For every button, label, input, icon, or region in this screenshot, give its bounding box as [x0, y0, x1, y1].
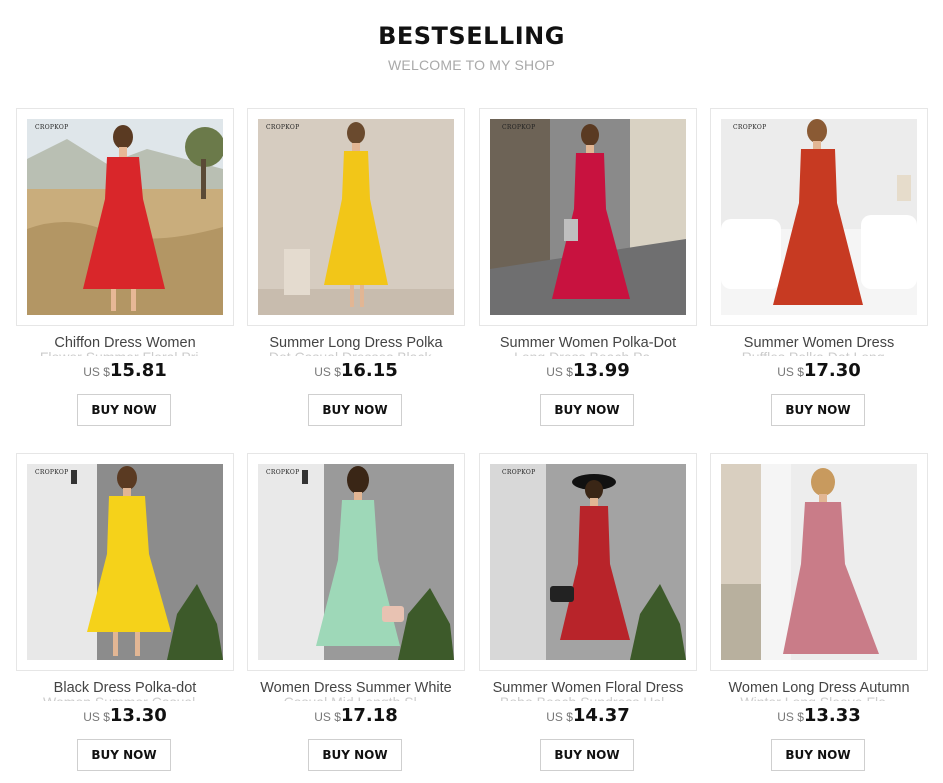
price-currency: US $ — [314, 710, 341, 724]
price-amount: 13.30 — [109, 705, 167, 726]
brand-watermark: CROPKOP — [733, 124, 767, 131]
price-amount: 13.99 — [572, 360, 630, 381]
buy-now-button[interactable]: BUY NOW — [77, 394, 171, 426]
product-image[interactable] — [258, 464, 454, 660]
brand-watermark: CROPKOP — [35, 469, 69, 476]
product-image[interactable] — [721, 119, 917, 315]
product-price: US $17.30 — [710, 360, 928, 381]
product-card: CROPKOP Women Dress Summer White Casual … — [247, 453, 467, 783]
product-image-frame[interactable]: CROPKOP — [16, 453, 234, 671]
buy-now-button[interactable]: BUY NOW — [308, 739, 402, 771]
buy-now-button[interactable]: BUY NOW — [308, 394, 402, 426]
product-price: US $13.99 — [479, 360, 697, 381]
product-image-frame[interactable]: CROPKOP — [16, 108, 234, 326]
product-image-frame[interactable]: CROPKOP — [247, 108, 465, 326]
product-price: US $13.33 — [710, 705, 928, 726]
product-card: CROPKOP Summer Women Dress Ruffles Polka… — [710, 108, 930, 438]
product-card: CROPKOP Summer Women Floral Dress Boho B… — [479, 453, 699, 783]
product-image[interactable] — [27, 119, 223, 315]
product-name-overflow: Dot Casual Dresses Black... — [247, 350, 465, 356]
product-name-overflow: Winter Long Sleeve Flo... — [710, 695, 928, 701]
price-amount: 13.33 — [803, 705, 861, 726]
buy-now-button[interactable]: BUY NOW — [771, 394, 865, 426]
product-image[interactable] — [490, 464, 686, 660]
product-price: US $13.30 — [16, 705, 234, 726]
price-currency: US $ — [83, 710, 110, 724]
product-image-frame[interactable]: CROPKOP — [479, 108, 697, 326]
price-currency: US $ — [546, 710, 573, 724]
product-name-overflow: Women Summer Casual... — [16, 695, 234, 701]
buy-now-button[interactable]: BUY NOW — [540, 394, 634, 426]
brand-watermark: CROPKOP — [266, 469, 300, 476]
product-image[interactable] — [27, 464, 223, 660]
price-amount: 16.15 — [340, 360, 398, 381]
product-name-overflow: Ruffles Polka Dot Long... — [710, 350, 928, 356]
product-name-overflow: Flower Summer Floral Pri... — [16, 350, 234, 356]
product-grid: CROPKOP Chiffon Dress Women Flower Summe… — [0, 0, 943, 782]
brand-watermark: CROPKOP — [502, 124, 536, 131]
product-card: CROPKOP Black Dress Polka-dot Women Summ… — [16, 453, 236, 783]
product-card: Women Long Dress Autumn Winter Long Slee… — [710, 453, 930, 783]
brand-watermark: CROPKOP — [266, 124, 300, 131]
product-image[interactable] — [721, 464, 917, 660]
price-amount: 17.30 — [803, 360, 861, 381]
buy-now-button[interactable]: BUY NOW — [540, 739, 634, 771]
product-name-overflow: Boho Beach Sundress Hol... — [479, 695, 697, 701]
buy-now-button[interactable]: BUY NOW — [77, 739, 171, 771]
product-photo — [258, 119, 454, 315]
product-image-frame[interactable]: CROPKOP — [710, 108, 928, 326]
product-price: US $15.81 — [16, 360, 234, 381]
product-card: CROPKOP Summer Long Dress Polka Dot Casu… — [247, 108, 467, 438]
product-image-frame[interactable]: CROPKOP — [247, 453, 465, 671]
product-photo — [27, 464, 223, 660]
buy-now-button[interactable]: BUY NOW — [771, 739, 865, 771]
price-currency: US $ — [777, 365, 804, 379]
product-image[interactable] — [490, 119, 686, 315]
product-photo — [27, 119, 223, 315]
product-price: US $14.37 — [479, 705, 697, 726]
price-currency: US $ — [546, 365, 573, 379]
product-price: US $16.15 — [247, 360, 465, 381]
price-currency: US $ — [83, 365, 110, 379]
product-name-overflow: Long Dress Beach Pa... — [479, 350, 697, 356]
product-photo — [490, 464, 686, 660]
price-currency: US $ — [777, 710, 804, 724]
product-card: CROPKOP Summer Women Polka-Dot Long Dres… — [479, 108, 699, 438]
brand-watermark: CROPKOP — [502, 469, 536, 476]
product-photo — [721, 464, 917, 660]
price-amount: 17.18 — [340, 705, 398, 726]
product-price: US $17.18 — [247, 705, 465, 726]
product-card: CROPKOP Chiffon Dress Women Flower Summe… — [16, 108, 236, 438]
product-photo — [721, 119, 917, 315]
product-image-frame[interactable] — [710, 453, 928, 671]
product-photo — [490, 119, 686, 315]
brand-watermark: CROPKOP — [35, 124, 69, 131]
price-currency: US $ — [314, 365, 341, 379]
product-name-overflow: Casual Mid Length Sl... — [247, 695, 465, 701]
price-amount: 15.81 — [109, 360, 167, 381]
price-amount: 14.37 — [572, 705, 630, 726]
product-image[interactable] — [258, 119, 454, 315]
product-photo — [258, 464, 454, 660]
product-image-frame[interactable]: CROPKOP — [479, 453, 697, 671]
